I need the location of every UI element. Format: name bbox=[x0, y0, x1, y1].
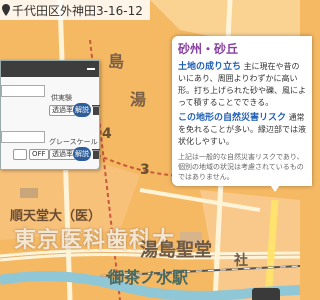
layer-name-1: 供実験 bbox=[51, 94, 72, 102]
map-label-ochanomizu-station: 御茶ノ水駅 bbox=[108, 268, 189, 287]
grayscale-off-toggle[interactable]: OFF bbox=[29, 149, 49, 160]
map-label-block-3: 3 bbox=[140, 162, 150, 178]
map-label-yu: 湯 bbox=[130, 90, 147, 109]
popup-pointer bbox=[268, 182, 282, 192]
transparency-button-1[interactable]: 透過率 bbox=[49, 105, 76, 116]
map-label-shima: 島 bbox=[108, 52, 125, 71]
popup-title: 砂州・砂丘 bbox=[178, 42, 239, 56]
address-text: 千代田区外神田3-16-12 bbox=[12, 3, 143, 18]
address-bar[interactable]: 千代田区外神田3-16-12 bbox=[0, 0, 150, 20]
popup-note: 上記は一般的な自然災害リスクであり、個別の地域の状況は考慮されているものではあり… bbox=[178, 153, 304, 181]
minimize-icon[interactable] bbox=[87, 68, 95, 70]
trash-icon[interactable] bbox=[92, 105, 100, 115]
map-label-block-4: 4 bbox=[102, 126, 112, 142]
popup-section-2: この地形の自然災害リスク 通常を免れることが多い。縁辺部では液状化しやすい。 bbox=[178, 112, 306, 148]
layer-swatch-2 bbox=[1, 131, 45, 143]
layer-panel-header bbox=[1, 61, 99, 77]
explanation-button-2[interactable]: 解説 bbox=[73, 147, 91, 161]
popup-section-2-title: この地形の自然災害リスク bbox=[178, 113, 287, 123]
grayscale-on-toggle[interactable] bbox=[13, 149, 27, 160]
trash-icon[interactable] bbox=[92, 149, 100, 159]
grayscale-label: グレースケール bbox=[49, 138, 98, 146]
explanation-button-1[interactable]: 解説 bbox=[73, 103, 91, 117]
layer-swatch-1 bbox=[1, 85, 45, 97]
popup-section-1: 土地の成り立ち 主に現在や昔のいにあり、周囲よりわずかに高い形。打ち上げられた砂… bbox=[178, 61, 306, 109]
map-control-button[interactable] bbox=[252, 288, 280, 300]
terrain-info-popup: 砂州・砂丘 土地の成り立ち 主に現在や昔のいにあり、周囲よりわずかに高い形。打ち… bbox=[172, 36, 312, 186]
map-label-shrine: 社 bbox=[234, 253, 248, 269]
map-label-yushima-seido: 湯島聖堂 bbox=[140, 240, 212, 261]
layer-panel: 供実験 透過率 解説 グレースケール OFF 透過率 解説 bbox=[0, 60, 100, 170]
location-pin-icon bbox=[2, 4, 10, 16]
transparency-button-2[interactable]: 透過率 bbox=[49, 149, 76, 160]
popup-section-1-title: 土地の成り立ち bbox=[178, 62, 242, 72]
